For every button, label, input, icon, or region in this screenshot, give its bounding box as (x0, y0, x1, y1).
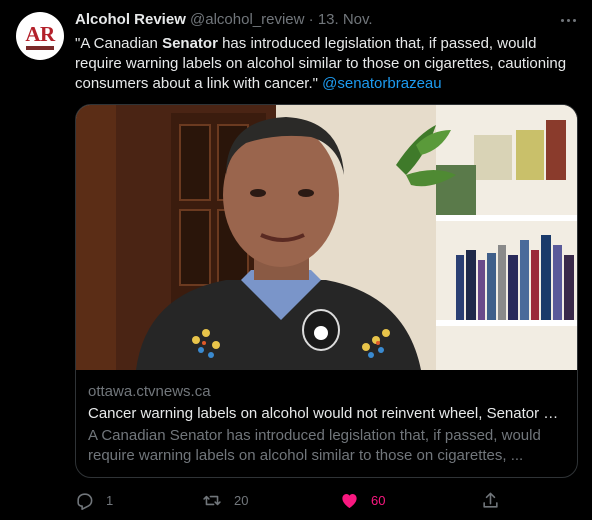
card-title[interactable]: Cancer warning labels on alcohol would n… (88, 404, 565, 424)
tweet[interactable]: AR Alcohol Review @alcohol_review · 13. … (0, 0, 592, 520)
retweet-count: 20 (234, 492, 249, 508)
card-body: ottawa.ctvnews.ca Cancer warning labels … (76, 371, 577, 466)
card-description-line: A Canadian Senator has introduced legisl… (88, 427, 541, 444)
like-button[interactable]: 60 (340, 490, 385, 510)
reply-count: 1 (106, 492, 114, 508)
share-icon (481, 491, 500, 510)
separator-dot: · (308, 11, 314, 28)
avatar[interactable]: AR (16, 12, 64, 60)
reply-button[interactable]: 1 (75, 490, 113, 510)
more-icon[interactable] (556, 10, 580, 30)
tweet-text-part1: "A Canadian (75, 35, 163, 52)
mention-link[interactable]: @senatorbrazeau (322, 75, 441, 92)
tweet-date[interactable]: 13. Nov. (318, 11, 373, 28)
retweet-icon (202, 491, 222, 510)
card-image[interactable] (76, 105, 577, 370)
like-icon (340, 491, 359, 510)
share-button[interactable] (481, 490, 500, 510)
tweet-header: Alcohol Review @alcohol_review · 13. Nov… (75, 10, 373, 30)
card-description: A Canadian Senator has introduced legisl… (88, 426, 565, 466)
link-card[interactable]: ottawa.ctvnews.ca Cancer warning labels … (75, 104, 578, 478)
like-count: 60 (371, 492, 386, 508)
tweet-text: "A Canadian Senator has introduced legis… (75, 34, 575, 94)
action-bar: 1 20 60 (75, 490, 578, 510)
avatar-logo-text: AR (25, 22, 55, 46)
card-description-line: require warning labels on alcohol simila… (88, 447, 524, 464)
avatar-logo-bar (26, 46, 54, 50)
author-handle[interactable]: @alcohol_review (190, 11, 304, 28)
retweet-button[interactable]: 20 (202, 490, 248, 510)
reply-icon (75, 491, 94, 510)
card-domain: ottawa.ctvnews.ca (88, 383, 211, 400)
author-name[interactable]: Alcohol Review (75, 11, 186, 28)
tweet-text-bold: Senator (162, 35, 218, 52)
